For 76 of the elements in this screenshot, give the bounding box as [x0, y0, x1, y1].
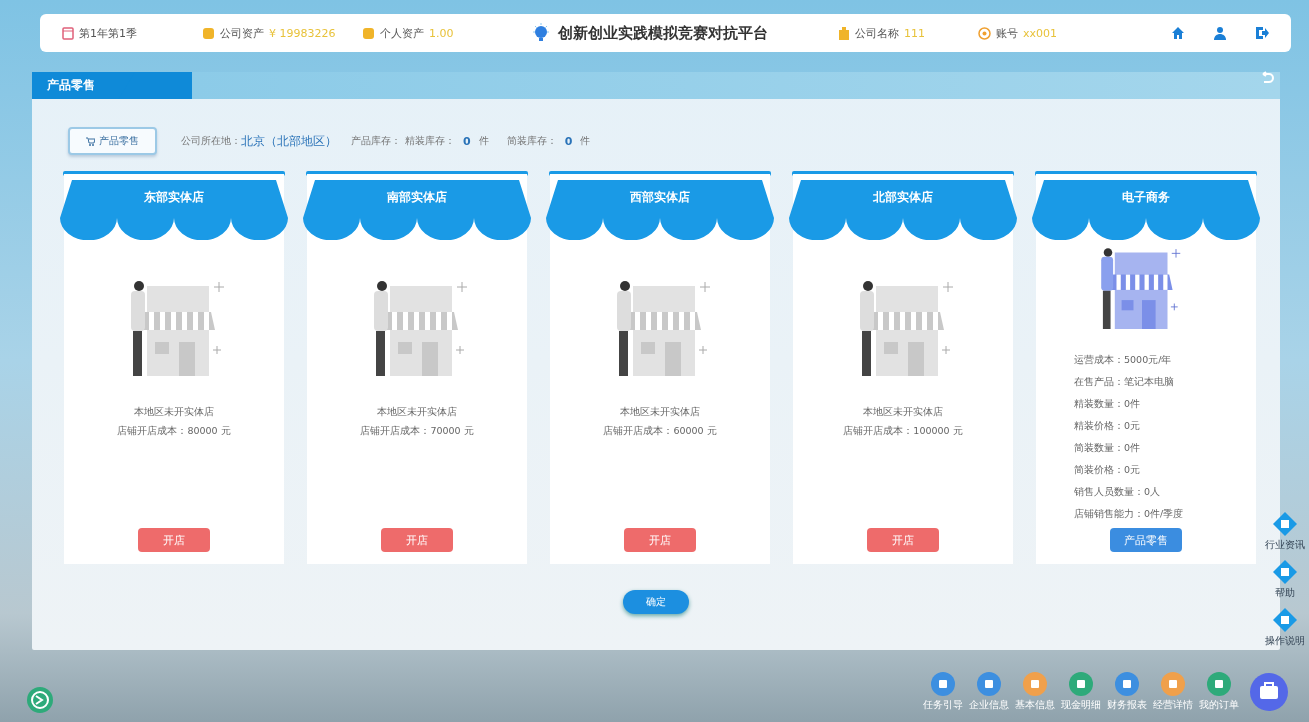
dock-button[interactable]: 我的订单 — [1199, 672, 1239, 712]
store-info-text: 店铺开店成本：70000 元 — [360, 425, 474, 438]
dock-button[interactable]: 现金明细 — [1061, 672, 1101, 712]
side-tool-button[interactable]: 行业资讯 — [1265, 512, 1305, 552]
store-name: 北部实体店 — [872, 189, 934, 206]
dock-button[interactable]: 财务报表 — [1107, 672, 1147, 712]
app-title: 创新创业实践模拟竞赛对抗平台 — [558, 23, 768, 43]
store-name: 东部实体店 — [143, 189, 205, 206]
store-info-text: 简装价格：0元 — [1074, 464, 1141, 477]
account-value: xx001 — [1023, 26, 1057, 40]
light-bulb-icon — [532, 23, 550, 43]
personal-assets-value: 1.00 — [429, 26, 454, 40]
product-retail-button[interactable]: 产品零售 — [1110, 528, 1182, 552]
dock-button[interactable]: 基本信息 — [1015, 672, 1055, 712]
personal-assets-label: 个人资产 — [380, 25, 424, 41]
dock-button[interactable]: 企业信息 — [969, 672, 1009, 712]
calendar-icon — [62, 26, 74, 40]
building-icon — [838, 26, 850, 40]
store-info-text: 销售人员数量：0人 — [1074, 486, 1161, 499]
company-assets-value: ¥ 19983226 — [269, 26, 336, 40]
logout-icon[interactable] — [1255, 26, 1269, 40]
product-retail-tab[interactable]: 产品零售 — [68, 127, 157, 155]
square-icon — [1168, 679, 1178, 689]
stock-type-label: 简装库存： — [506, 134, 557, 148]
location-value: 北京（北部地区） — [241, 132, 337, 150]
square-icon — [1122, 679, 1132, 689]
stock-label: 产品库存： — [351, 134, 401, 148]
store-info-text: 在售产品：笔记本电脑 — [1074, 376, 1174, 389]
dock-button[interactable]: 经营详情 — [1153, 672, 1193, 712]
store-info-text: 店铺开店成本：60000 元 — [603, 425, 717, 438]
stock-value: 0 — [463, 134, 471, 148]
company-name-label: 公司名称 — [855, 25, 899, 41]
period-text: 第1年第1季 — [79, 25, 137, 41]
side-tool-button[interactable]: 帮助 — [1273, 560, 1297, 600]
open-store-button[interactable]: 开店 — [381, 528, 453, 552]
open-store-button[interactable]: 开店 — [624, 528, 696, 552]
badge-icon — [978, 26, 991, 40]
store-info-text: 本地区未开实体店 — [377, 406, 457, 419]
diamond-icon — [1273, 560, 1297, 584]
stock-unit: 件 — [478, 134, 489, 148]
square-icon — [1076, 679, 1086, 689]
store-name: 电子商务 — [1121, 189, 1171, 206]
store-info-text: 简装数量：0件 — [1074, 442, 1141, 455]
briefcase-icon[interactable] — [1249, 672, 1289, 712]
store-info-text: 店铺销售能力：0件/季度 — [1074, 508, 1184, 521]
account-label: 账号 — [996, 25, 1018, 41]
stock-unit: 件 — [580, 134, 591, 148]
store-info-text: 本地区未开实体店 — [863, 406, 943, 419]
store-info-text: 店铺开店成本：80000 元 — [117, 425, 231, 438]
open-store-button[interactable]: 开店 — [138, 528, 210, 552]
company-assets-label: 公司资产 — [220, 25, 264, 41]
diamond-icon — [1273, 608, 1297, 632]
store-info-text: 运营成本：5000元/年 — [1074, 354, 1172, 367]
side-tool-button[interactable]: 操作说明 — [1265, 608, 1305, 648]
store-info-text: 精装价格：0元 — [1074, 420, 1141, 433]
user-icon[interactable] — [1213, 26, 1227, 40]
stock-type-label: 精装库存： — [405, 134, 455, 148]
cart-icon — [86, 136, 95, 146]
confirm-button[interactable]: 确定 — [623, 590, 689, 614]
square-icon — [1214, 679, 1224, 689]
stock-value: 0 — [564, 134, 573, 148]
store-name: 西部实体店 — [629, 189, 691, 206]
store-name: 南部实体店 — [386, 189, 448, 206]
square-icon — [1030, 679, 1040, 689]
location-label: 公司所在地： — [181, 134, 241, 148]
home-icon[interactable] — [1171, 26, 1185, 40]
company-name-value: 111 — [904, 26, 925, 40]
store-info-text: 精装数量：0件 — [1074, 398, 1141, 411]
square-icon — [938, 679, 948, 689]
store-info-text: 店铺开店成本：100000 元 — [843, 425, 963, 438]
dock-button[interactable]: 任务引导 — [923, 672, 963, 712]
open-store-button[interactable]: 开店 — [867, 528, 939, 552]
store-info-text: 本地区未开实体店 — [134, 406, 214, 419]
square-icon — [984, 679, 994, 689]
store-info-text: 本地区未开实体店 — [620, 406, 700, 419]
diamond-icon — [1273, 512, 1297, 536]
